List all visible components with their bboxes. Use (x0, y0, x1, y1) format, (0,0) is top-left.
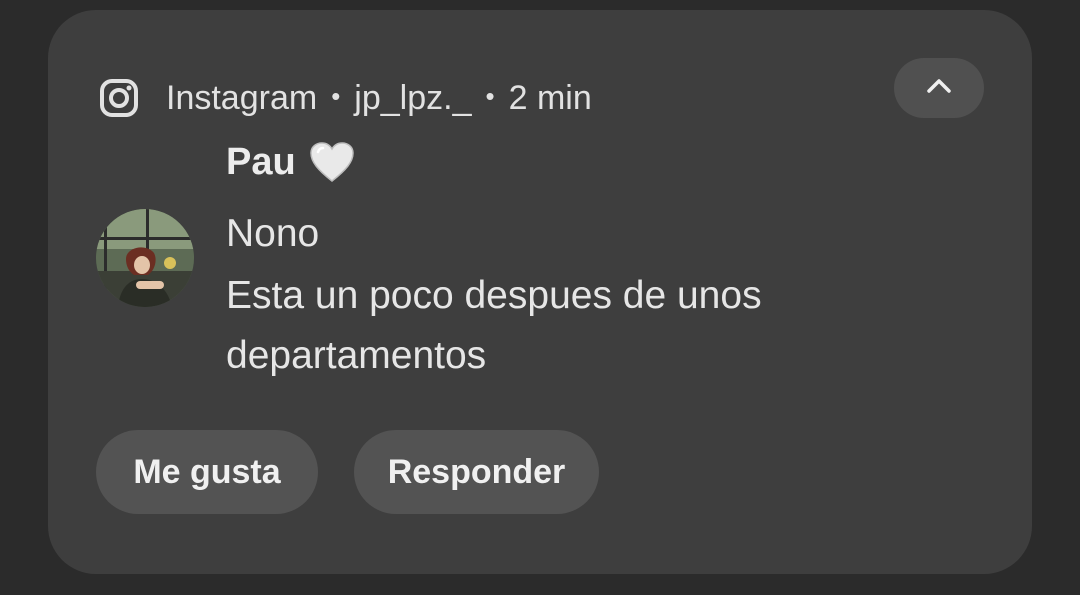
like-button[interactable]: Me gusta (96, 430, 318, 514)
sender-name: Pau (226, 140, 296, 183)
account-name: jp_lpz._ (354, 78, 472, 117)
collapse-button[interactable] (894, 58, 984, 118)
like-button-label: Me gusta (133, 452, 281, 491)
notification-header: Instagram • jp_lpz._ • 2 min (98, 68, 592, 128)
reply-button-label: Responder (387, 452, 566, 491)
separator-dot: • (485, 80, 495, 111)
reply-button[interactable]: Responder (354, 430, 599, 514)
instagram-icon (98, 77, 140, 119)
avatar (96, 209, 194, 307)
timestamp: 2 min (508, 78, 592, 117)
separator-dot: • (331, 80, 341, 111)
sender-name-row: Pau (226, 140, 356, 184)
white-heart-icon (308, 140, 356, 184)
app-name: Instagram (166, 78, 318, 117)
message-line: Nono (226, 212, 320, 255)
message-line: Esta un poco despues de unos departament… (226, 274, 762, 377)
notification-card[interactable]: Instagram • jp_lpz._ • 2 min Pau Nono Es… (48, 10, 1032, 574)
chevron-up-icon (926, 78, 952, 99)
